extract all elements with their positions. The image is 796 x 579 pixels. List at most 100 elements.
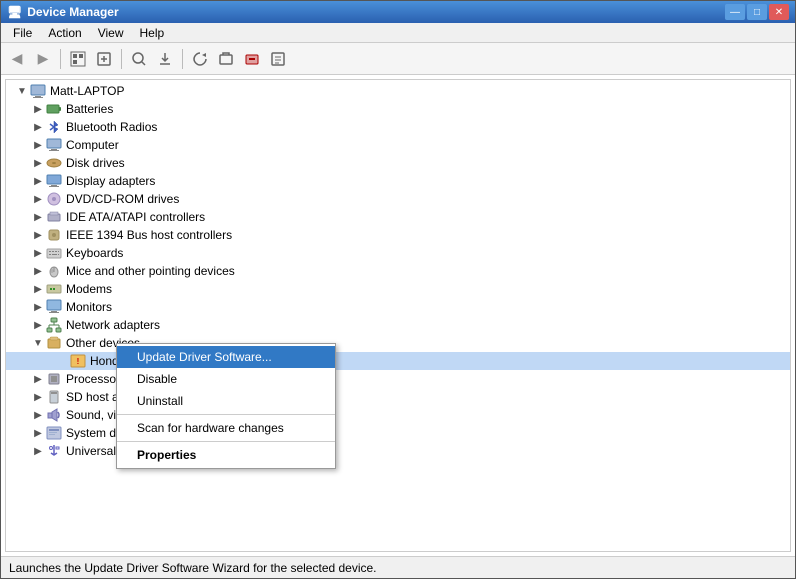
toolbar-separator-1 bbox=[60, 49, 61, 69]
disk-icon bbox=[46, 155, 62, 171]
titlebar-title: Device Manager bbox=[27, 5, 118, 19]
svg-text:!: ! bbox=[77, 357, 80, 366]
display-icon bbox=[46, 173, 62, 189]
ctx-disable[interactable]: Disable bbox=[117, 368, 335, 390]
scan-hardware-button[interactable] bbox=[188, 47, 212, 71]
tree-item-mice[interactable]: ▶ Mice and other pointing devices bbox=[6, 262, 790, 280]
statusbar: Launches the Update Driver Software Wiza… bbox=[1, 556, 795, 578]
tree-item-dvd[interactable]: ▶ DVD/CD-ROM drives bbox=[6, 190, 790, 208]
tree-item-monitors[interactable]: ▶ Monitors bbox=[6, 298, 790, 316]
other-devices-toggle[interactable]: ▼ bbox=[30, 335, 46, 351]
system-icon bbox=[46, 425, 62, 441]
forward-button[interactable]: ▶ bbox=[31, 47, 55, 71]
monitors-label: Monitors bbox=[66, 300, 112, 314]
toolbar-btn-2[interactable] bbox=[92, 47, 116, 71]
batteries-label: Batteries bbox=[66, 102, 113, 116]
usb-toggle[interactable]: ▶ bbox=[30, 443, 46, 459]
computer-icon bbox=[30, 83, 46, 99]
tree-item-batteries[interactable]: ▶ Batteries bbox=[6, 100, 790, 118]
menu-file[interactable]: File bbox=[5, 24, 40, 42]
maximize-button[interactable]: □ bbox=[747, 4, 767, 20]
tree-item-modems[interactable]: ▶ Modems bbox=[6, 280, 790, 298]
titlebar-left: 🖥 Device Manager bbox=[7, 5, 119, 19]
device-tree[interactable]: ▼ Matt-LAPTOP ▶ Batteries ▶ B bbox=[5, 79, 791, 552]
statusbar-text: Launches the Update Driver Software Wiza… bbox=[9, 561, 377, 575]
back-button[interactable]: ◀ bbox=[5, 47, 29, 71]
tree-item-disk[interactable]: ▶ Disk drives bbox=[6, 154, 790, 172]
menu-action[interactable]: Action bbox=[40, 24, 89, 42]
titlebar: 🖥 Device Manager — □ ✕ bbox=[1, 1, 795, 23]
toolbar-btn-4[interactable] bbox=[153, 47, 177, 71]
ctx-update-driver[interactable]: Update Driver Software... bbox=[117, 346, 335, 368]
menu-help[interactable]: Help bbox=[132, 24, 173, 42]
tree-item-computer[interactable]: ▶ Computer bbox=[6, 136, 790, 154]
disk-label: Disk drives bbox=[66, 156, 125, 170]
tree-item-ide[interactable]: ▶ IDE ATA/ATAPI controllers bbox=[6, 208, 790, 226]
mice-icon bbox=[46, 263, 62, 279]
computer-icon2 bbox=[46, 137, 62, 153]
toolbar: ◀ ▶ bbox=[1, 43, 795, 75]
uninstall-button[interactable] bbox=[240, 47, 264, 71]
ide-icon bbox=[46, 209, 62, 225]
display-toggle[interactable]: ▶ bbox=[30, 173, 46, 189]
computer-toggle[interactable]: ▶ bbox=[30, 137, 46, 153]
ctx-separator-1 bbox=[117, 414, 335, 415]
keyboards-label: Keyboards bbox=[66, 246, 123, 260]
ieee-icon bbox=[46, 227, 62, 243]
toolbar-btn-3[interactable] bbox=[127, 47, 151, 71]
close-button[interactable]: ✕ bbox=[769, 4, 789, 20]
tree-item-ieee1394[interactable]: ▶ IEEE 1394 Bus host controllers bbox=[6, 226, 790, 244]
tree-root[interactable]: ▼ Matt-LAPTOP bbox=[6, 82, 790, 100]
ide-label: IDE ATA/ATAPI controllers bbox=[66, 210, 205, 224]
mice-toggle[interactable]: ▶ bbox=[30, 263, 46, 279]
network-toggle[interactable]: ▶ bbox=[30, 317, 46, 333]
tree-item-keyboards[interactable]: ▶ Keyboards bbox=[6, 244, 790, 262]
ctx-properties[interactable]: Properties bbox=[117, 444, 335, 466]
tree-item-bluetooth[interactable]: ▶ Bluetooth Radios bbox=[6, 118, 790, 136]
titlebar-icon: 🖥 bbox=[7, 5, 22, 19]
device-manager-window: 🖥 Device Manager — □ ✕ File Action View … bbox=[0, 0, 796, 579]
keyboards-icon bbox=[46, 245, 62, 261]
batteries-toggle[interactable]: ▶ bbox=[30, 101, 46, 117]
minimize-button[interactable]: — bbox=[725, 4, 745, 20]
root-label: Matt-LAPTOP bbox=[50, 84, 124, 98]
other-devices-icon bbox=[46, 335, 62, 351]
dvd-icon bbox=[46, 191, 62, 207]
toolbar-separator-2 bbox=[121, 49, 122, 69]
dvd-toggle[interactable]: ▶ bbox=[30, 191, 46, 207]
ctx-separator-2 bbox=[117, 441, 335, 442]
tree-item-display[interactable]: ▶ Display adapters bbox=[6, 172, 790, 190]
disk-toggle[interactable]: ▶ bbox=[30, 155, 46, 171]
root-toggle[interactable]: ▼ bbox=[14, 83, 30, 99]
properties-button[interactable] bbox=[266, 47, 290, 71]
dvd-label: DVD/CD-ROM drives bbox=[66, 192, 179, 206]
processors-icon bbox=[46, 371, 62, 387]
ide-toggle[interactable]: ▶ bbox=[30, 209, 46, 225]
network-label: Network adapters bbox=[66, 318, 160, 332]
monitors-toggle[interactable]: ▶ bbox=[30, 299, 46, 315]
system-toggle[interactable]: ▶ bbox=[30, 425, 46, 441]
toolbar-btn-1[interactable] bbox=[66, 47, 90, 71]
update-driver-button[interactable] bbox=[214, 47, 238, 71]
sd-toggle[interactable]: ▶ bbox=[30, 389, 46, 405]
content-area: ▼ Matt-LAPTOP ▶ Batteries ▶ B bbox=[1, 75, 795, 556]
keyboards-toggle[interactable]: ▶ bbox=[30, 245, 46, 261]
menu-view[interactable]: View bbox=[90, 24, 132, 42]
modems-icon bbox=[46, 281, 62, 297]
menubar: File Action View Help bbox=[1, 23, 795, 43]
bluetooth-icon bbox=[46, 119, 62, 135]
processors-toggle[interactable]: ▶ bbox=[30, 371, 46, 387]
monitors-icon bbox=[46, 299, 62, 315]
tree-item-network[interactable]: ▶ Network adapters bbox=[6, 316, 790, 334]
modems-toggle[interactable]: ▶ bbox=[30, 281, 46, 297]
batteries-icon bbox=[46, 101, 62, 117]
computer-label: Computer bbox=[66, 138, 119, 152]
ieee-label: IEEE 1394 Bus host controllers bbox=[66, 228, 232, 242]
ctx-scan-hardware[interactable]: Scan for hardware changes bbox=[117, 417, 335, 439]
ieee-toggle[interactable]: ▶ bbox=[30, 227, 46, 243]
ctx-uninstall[interactable]: Uninstall bbox=[117, 390, 335, 412]
titlebar-controls: — □ ✕ bbox=[725, 4, 789, 20]
bluetooth-label: Bluetooth Radios bbox=[66, 120, 157, 134]
bluetooth-toggle[interactable]: ▶ bbox=[30, 119, 46, 135]
sound-toggle[interactable]: ▶ bbox=[30, 407, 46, 423]
